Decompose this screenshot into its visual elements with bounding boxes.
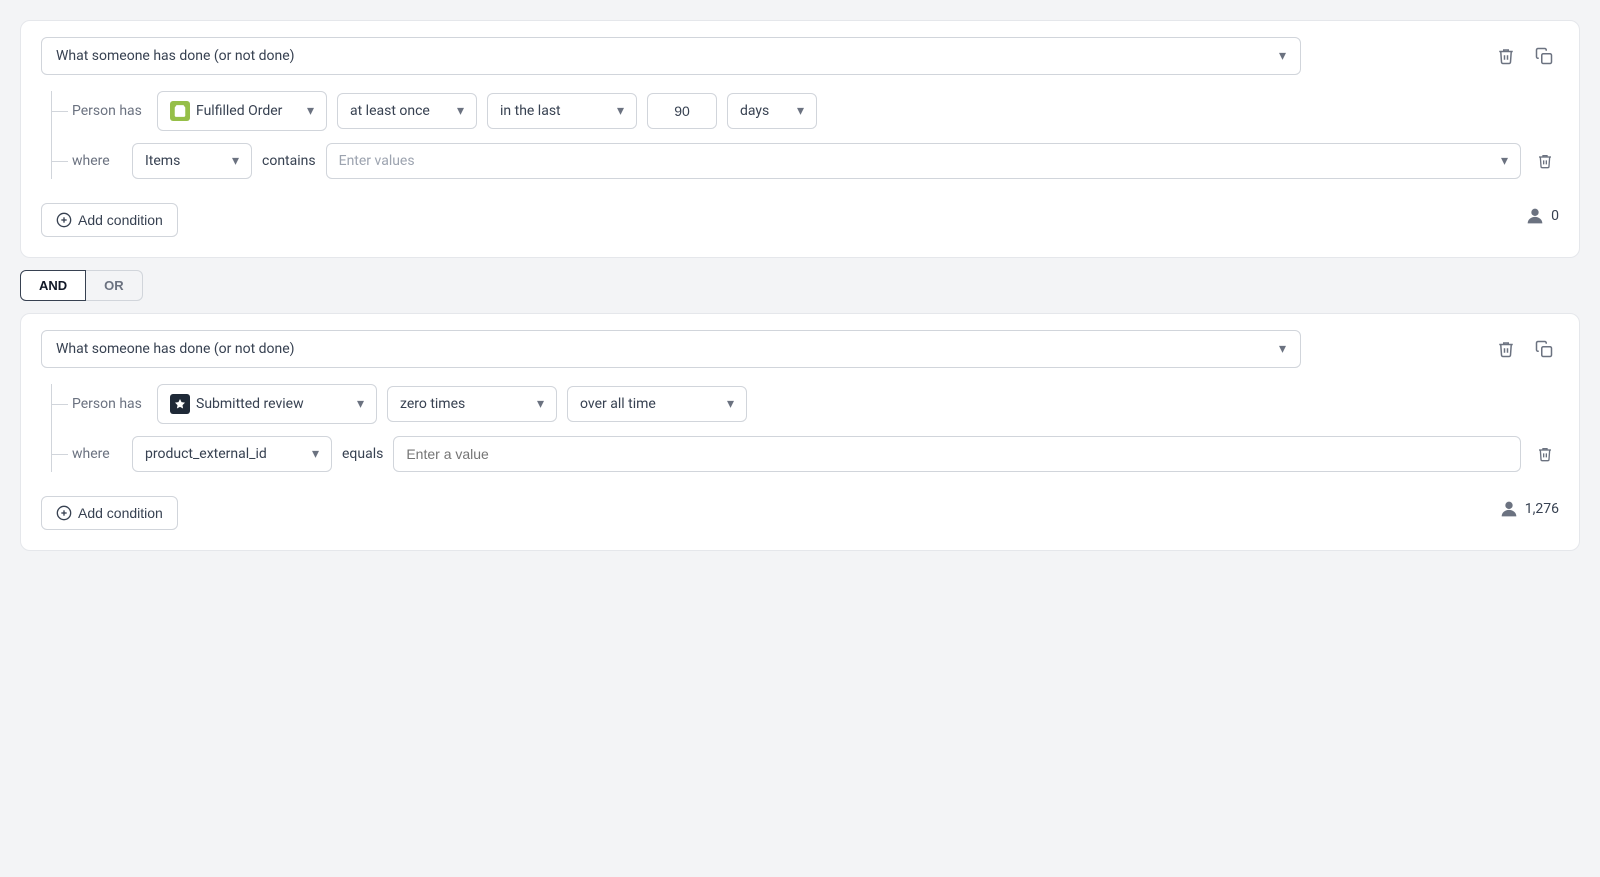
star-icon (174, 398, 186, 410)
block-1-frequency-dropdown[interactable]: at least once ▾ (337, 93, 477, 129)
days-chevron-icon: ▾ (797, 103, 804, 119)
block-2-type-dropdown[interactable]: What someone has done (or not done) ▾ (41, 330, 1301, 368)
block-1-person-row: Person has Fulfilled Order ▾ at least on (72, 91, 1559, 131)
block-2-event-dropdown[interactable]: Submitted review ▾ (157, 384, 377, 424)
or-button[interactable]: OR (86, 270, 143, 301)
block-1-actions (1491, 41, 1559, 71)
block-1-frequency-label: at least once (350, 103, 430, 119)
block-2-count-label: 1,276 (1525, 501, 1559, 517)
condition-block-2: What someone has done (or not done) ▾ (20, 313, 1580, 551)
block-1-type-dropdown[interactable]: What someone has done (or not done) ▾ (41, 37, 1301, 75)
block-2-person-row: Person has Submitted review ▾ zero times… (72, 384, 1559, 424)
add-condition-plus-icon-2 (56, 505, 72, 521)
block-2-operator-label: equals (342, 446, 383, 462)
copy-icon-2 (1535, 340, 1553, 358)
block-1-operator-label: contains (262, 153, 316, 169)
block-1-fulfilled-dropdown[interactable]: Fulfilled Order ▾ (157, 91, 327, 131)
block-1-fulfilled-label: Fulfilled Order (196, 103, 282, 119)
block-2-frequency-label: zero times (400, 396, 465, 412)
values-chevron-icon: ▾ (1501, 153, 1508, 169)
block-2-add-condition-label: Add condition (78, 505, 163, 521)
block-2-where-row: where product_external_id ▾ equals (72, 436, 1559, 472)
fulfilled-icon-label: Fulfilled Order (170, 101, 282, 121)
block-1-time-range-dropdown[interactable]: in the last ▾ (487, 93, 637, 129)
block-2-where-label: where (72, 446, 122, 462)
frequency-chevron-icon: ▾ (457, 103, 464, 119)
block-2-copy-button[interactable] (1529, 334, 1559, 364)
where-trash-icon (1537, 153, 1553, 169)
block-2-frequency-dropdown[interactable]: zero times ▾ (387, 386, 557, 422)
block-1-type-label: What someone has done (or not done) (56, 48, 295, 64)
block-2-add-condition-button[interactable]: Add condition (41, 496, 178, 530)
block-2-person-count: 1,276 (1498, 498, 1559, 520)
review-icon (170, 394, 190, 414)
freq2-chevron-icon: ▾ (537, 396, 544, 412)
block-1-header: What someone has done (or not done) ▾ (41, 37, 1559, 75)
block-2-time-range-label: over all time (580, 396, 656, 412)
block-1-where-delete-button[interactable] (1531, 147, 1559, 175)
block-1-items-label: Items (145, 153, 180, 169)
block-2-where-delete-button[interactable] (1531, 440, 1559, 468)
trash-icon (1497, 47, 1515, 65)
field-chevron-icon: ▾ (312, 446, 319, 462)
fulfilled-chevron-icon: ▾ (307, 103, 314, 119)
block-1-rows: Person has Fulfilled Order ▾ at least on (51, 91, 1559, 179)
block-2-person-has-label: Person has (72, 396, 147, 412)
event-chevron-icon: ▾ (357, 396, 364, 412)
block-1-footer: Add condition 0 (41, 195, 1559, 237)
block-1-where-label: where (72, 153, 122, 169)
add-condition-plus-icon-1 (56, 212, 72, 228)
block-1-copy-button[interactable] (1529, 41, 1559, 71)
block-2-field-label: product_external_id (145, 446, 267, 462)
block-1-count-label: 0 (1551, 208, 1559, 224)
time-range-chevron-icon: ▾ (617, 103, 624, 119)
block-1-items-dropdown[interactable]: Items ▾ (132, 143, 252, 179)
block-2-event-label: Submitted review (196, 396, 304, 412)
block-1-days-input[interactable] (647, 93, 717, 129)
and-or-toggle: AND OR (20, 270, 1580, 301)
block-2-rows: Person has Submitted review ▾ zero times… (51, 384, 1559, 472)
time2-chevron-icon: ▾ (727, 396, 734, 412)
block-2-footer: Add condition 1,276 (41, 488, 1559, 530)
condition-block-1: What someone has done (or not done) ▾ (20, 20, 1580, 258)
block-1-add-condition-button[interactable]: Add condition (41, 203, 178, 237)
block-2-actions (1491, 334, 1559, 364)
trash-icon-2 (1497, 340, 1515, 358)
shopify-bag-icon (170, 101, 190, 121)
block-2-field-dropdown[interactable]: product_external_id ▾ (132, 436, 332, 472)
block-1-add-condition-label: Add condition (78, 212, 163, 228)
block-2-type-label: What someone has done (or not done) (56, 341, 295, 357)
event-icon-label: Submitted review (170, 394, 304, 414)
bag-icon (173, 104, 187, 118)
block-1-where-row: where Items ▾ contains Enter values ▾ (72, 143, 1559, 179)
block-2-delete-button[interactable] (1491, 334, 1521, 364)
where-trash-icon-2 (1537, 446, 1553, 462)
block-2-value-input[interactable] (393, 436, 1521, 472)
block-1-values-dropdown[interactable]: Enter values ▾ (326, 143, 1521, 179)
block-2-chevron-icon: ▾ (1279, 341, 1286, 357)
and-button[interactable]: AND (20, 270, 86, 301)
block-2-time-range-dropdown[interactable]: over all time ▾ (567, 386, 747, 422)
person-count-icon-2 (1498, 498, 1520, 520)
block-1-days-dropdown[interactable]: days ▾ (727, 93, 817, 129)
block-1-person-has-label: Person has (72, 103, 147, 119)
block-1-chevron-icon: ▾ (1279, 48, 1286, 64)
items-chevron-icon: ▾ (232, 153, 239, 169)
block-1-delete-button[interactable] (1491, 41, 1521, 71)
block-1-values-placeholder: Enter values (339, 153, 415, 169)
block-1-days-label: days (740, 103, 769, 119)
block-2-header: What someone has done (or not done) ▾ (41, 330, 1559, 368)
copy-icon (1535, 47, 1553, 65)
block-1-time-range-label: in the last (500, 103, 561, 119)
person-count-icon-1 (1524, 205, 1546, 227)
block-1-person-count: 0 (1524, 205, 1559, 227)
